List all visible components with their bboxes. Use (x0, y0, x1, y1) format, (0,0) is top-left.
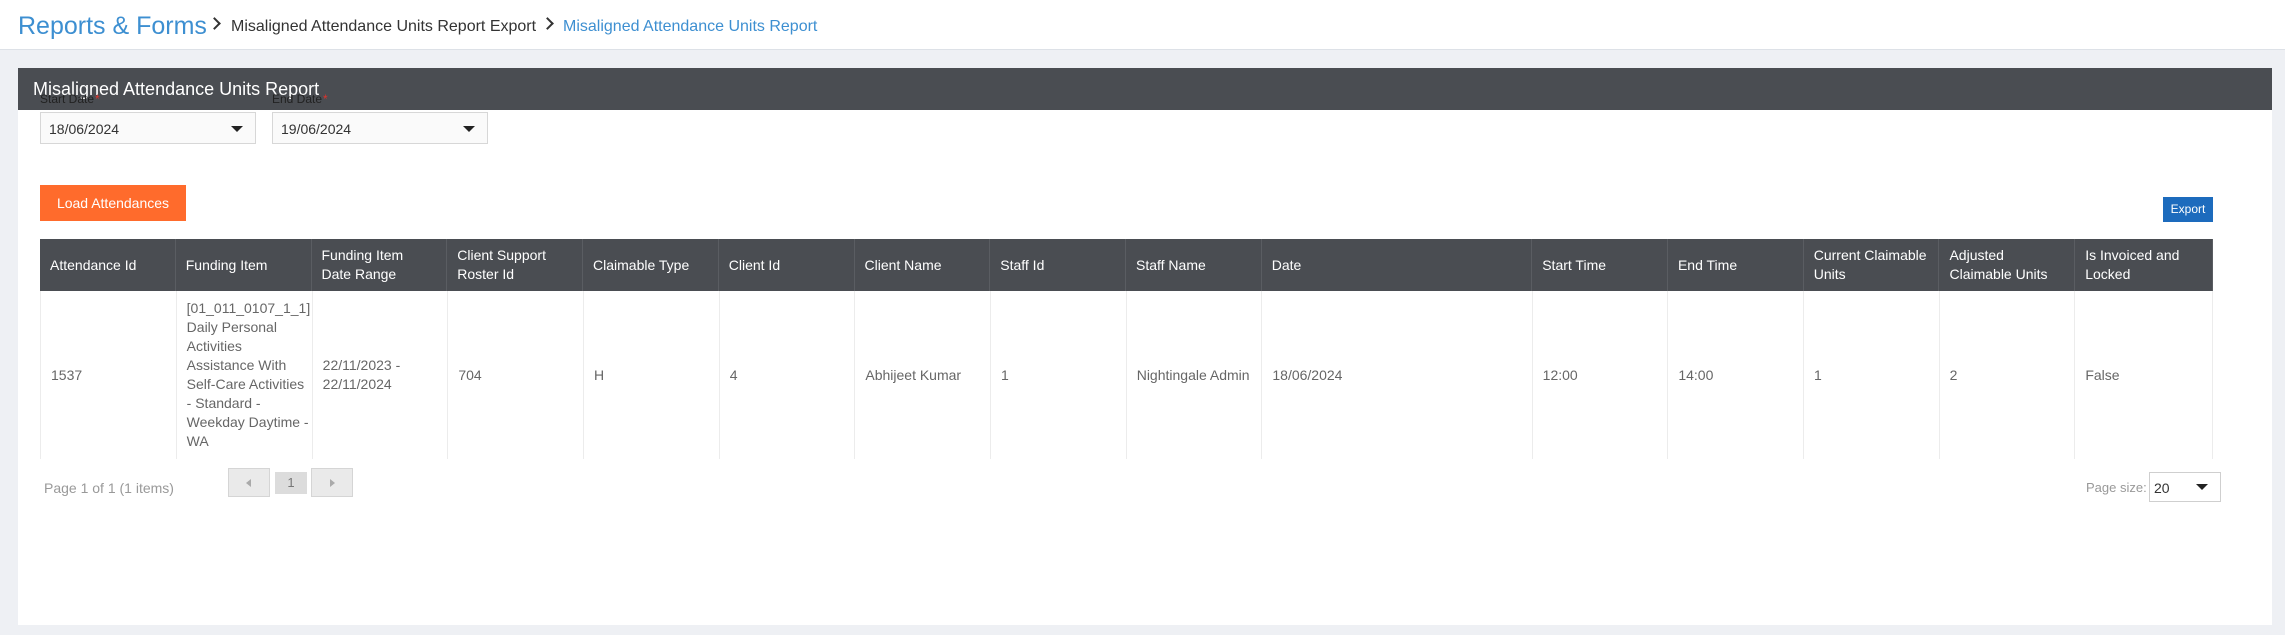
table-cell: 12:00 (1533, 291, 1669, 459)
caret-left-icon (246, 479, 251, 487)
table-cell: 14:00 (1668, 291, 1804, 459)
page-number-button[interactable]: 1 (275, 472, 307, 494)
column-header[interactable]: Funding Item Date Range (312, 239, 448, 291)
table-cell: 704 (448, 291, 585, 459)
page-size-select[interactable]: 20 (2149, 472, 2221, 502)
page-size-label: Page size: (2086, 480, 2147, 495)
panel-title: Misaligned Attendance Units Report (18, 68, 2272, 110)
table-cell: H (584, 291, 720, 459)
column-header[interactable]: End Time (1668, 239, 1804, 291)
load-attendances-button[interactable]: Load Attendances (40, 185, 186, 221)
column-header[interactable]: Is Invoiced and Locked (2075, 239, 2213, 291)
column-header[interactable]: Date (1262, 239, 1533, 291)
page-size-value: 20 (2154, 480, 2170, 496)
end-date-label-text: End Date (272, 92, 323, 106)
chevron-right-icon (541, 17, 554, 30)
column-header[interactable]: Client Name (855, 239, 991, 291)
table-cell: [01_011_0107_1_1] Daily Personal Activit… (177, 291, 313, 459)
start-date-label: Start Date* (40, 92, 100, 106)
attendance-grid: Attendance Id Funding Item Funding Item … (40, 239, 2214, 459)
caret-down-icon[interactable] (2196, 484, 2208, 490)
required-marker: * (95, 92, 100, 106)
end-date-picker[interactable]: 19/06/2024 (272, 112, 488, 144)
table-cell: Nightingale Admin (1127, 291, 1263, 459)
caret-right-icon (330, 479, 335, 487)
grid-header: Attendance Id Funding Item Funding Item … (40, 239, 2213, 291)
pager-info: Page 1 of 1 (1 items) (44, 480, 174, 496)
column-header[interactable]: Staff Name (1126, 239, 1262, 291)
table-cell: 4 (720, 291, 856, 459)
table-cell: 22/11/2023 - 22/11/2024 (313, 291, 449, 459)
export-button[interactable]: Export (2163, 197, 2213, 222)
chevron-right-icon (208, 17, 221, 30)
column-header[interactable]: Attendance Id (40, 239, 176, 291)
previous-page-button[interactable] (228, 468, 270, 497)
table-cell: False (2075, 291, 2214, 459)
end-date-value: 19/06/2024 (281, 121, 352, 137)
end-date-label: End Date* (272, 92, 328, 106)
table-cell: 1 (991, 291, 1127, 459)
start-date-value: 18/06/2024 (49, 121, 120, 137)
caret-down-icon[interactable] (463, 126, 475, 132)
breadcrumb-app-title[interactable]: Reports & Forms (18, 12, 207, 41)
breadcrumb-item-current: Misaligned Attendance Units Report (563, 18, 818, 35)
table-cell: 1537 (41, 291, 177, 459)
required-marker: * (323, 92, 328, 106)
table-cell: 18/06/2024 (1262, 291, 1533, 459)
column-header[interactable]: Adjusted Claimable Units (1939, 239, 2076, 291)
column-header[interactable]: Staff Id (990, 239, 1126, 291)
column-header[interactable]: Start Time (1532, 239, 1668, 291)
top-bar: Reports & Forms Misaligned Attendance Un… (0, 0, 2285, 50)
start-date-label-text: Start Date (40, 92, 95, 106)
table-cell: 1 (1804, 291, 1940, 459)
caret-down-icon[interactable] (231, 126, 243, 132)
table-row[interactable]: 1537 [01_011_0107_1_1] Daily Personal Ac… (40, 291, 2214, 459)
next-page-button[interactable] (311, 468, 353, 497)
table-cell: 2 (1940, 291, 2076, 459)
column-header[interactable]: Client Id (719, 239, 855, 291)
start-date-picker[interactable]: 18/06/2024 (40, 112, 256, 144)
column-header[interactable]: Claimable Type (583, 239, 719, 291)
column-header[interactable]: Client Support Roster Id (447, 239, 583, 291)
breadcrumb-item-export[interactable]: Misaligned Attendance Units Report Expor… (231, 18, 536, 36)
column-header[interactable]: Funding Item (176, 239, 312, 291)
table-cell: Abhijeet Kumar (855, 291, 992, 459)
column-header[interactable]: Current Claimable Units (1804, 239, 1940, 291)
